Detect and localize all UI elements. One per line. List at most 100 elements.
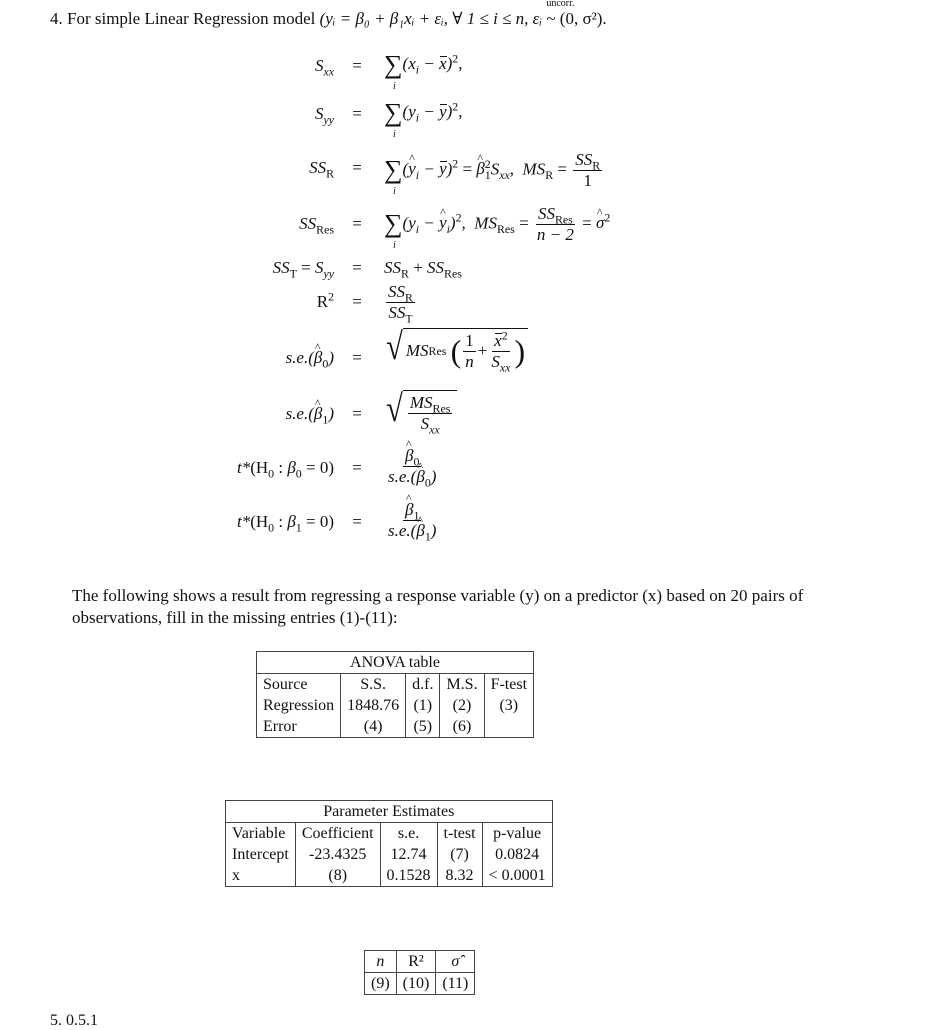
equation-rhs: β0s.e.(β0) [384,438,440,488]
uncorrelated-label: uncorr. [546,0,575,9]
column-header: R² [395,950,437,973]
equation-lhs: SSRes [299,214,334,237]
table-row: Intercept -23.4325 12.74 (7) 0.0824 [225,844,553,865]
equation-lhs: Syy [314,104,334,127]
square-root-icon: √ [386,326,403,368]
table-cell [483,716,535,738]
table-cell: x [225,865,296,887]
equation-t-beta0: t*(H0 : β0 = 0) = β0s.e.(β0) [0,438,932,494]
equation-rhs: √ MSRes Sxx [384,388,458,435]
column-header: σ̂ [435,950,476,973]
column-header: Source [255,673,342,695]
table-cell: (8) [294,865,381,887]
table-cell: 12.74 [379,844,438,865]
equation-lhs: t*(H0 : β0 = 0) [236,458,334,481]
equation-lhs: SSR [309,158,334,181]
anova-table: ANOVA table Source S.S. d.f. M.S. F-test… [255,651,535,738]
table-cell: < 0.0001 [481,865,553,887]
equation-rhs: β1s.e.(β1) [384,492,440,542]
column-header: S.S. [340,673,407,695]
equation-ssr: SSR = ∑i(yi − y)2 = β12Sxx, MSR = SSR1 [0,148,932,198]
table-row: Regression 1848.76 (1) (2) (3) [255,695,535,716]
table-cell: (3) [483,695,535,716]
equation-se-beta0: s.e.(β0) = √MSRes (1n + x2Sxx) [0,328,932,384]
next-problem-fragment: 5. 0.5.1 [50,1012,98,1029]
equals-sign: = [352,458,362,477]
table-cell: (2) [439,695,485,716]
equation-lhs: s.e.(β0) [286,340,334,369]
equation-rhs: √ MS Res (1 n + x2 Sxx) [384,326,529,373]
problem-heading: 4. For simple Linear Regression model (y… [50,0,607,29]
equals-sign: = [352,158,362,177]
summation-icon: ∑ i [384,155,403,198]
column-header: Coefficient [294,822,381,844]
column-header: M.S. [439,673,485,695]
model-equation: (yᵢ = β₀ + β₁xᵢ + εᵢ, ∀ 1 ≤ i ≤ n, εᵢ [319,9,543,28]
column-header: t-test [436,822,483,844]
column-header: n [364,950,397,973]
table-cell: (4) [340,716,407,738]
equation-se-beta1: s.e.(β1) = √MSResSxx [0,390,932,438]
table-cell: 8.32 [436,865,483,887]
equals-sign: = [352,292,362,311]
parameter-estimates-table: Parameter Estimates Variable Coefficient… [225,800,553,887]
equation-rhs: SSR + SSRes [384,258,462,281]
equation-rhs: ∑ i (xi − x)2, [384,50,463,92]
summation-icon: ∑ i [384,50,403,92]
equation-syy: Syy = ∑ i (yi − y)2, [0,100,932,140]
summation-icon: ∑ i [384,209,403,252]
column-header: F-test [483,673,535,695]
table-cell: 1848.76 [340,695,407,716]
table-cell: (1) [405,695,441,716]
equation-t-beta1: t*(H0 : β1 = 0) = β1s.e.(β1) [0,492,932,548]
equation-lhs: s.e.(β1) [286,396,334,425]
table-row: x (8) 0.1528 8.32 < 0.0001 [225,865,553,887]
table-cell: Regression [255,695,342,716]
table-cell: Error [255,716,342,738]
instructions-paragraph: The following shows a result from regres… [72,586,804,627]
equation-rhs: ∑ i (yi − y)2, [384,98,463,140]
equation-rhs: SSR SST [386,282,415,325]
column-header: s.e. [379,822,438,844]
table-caption: Parameter Estimates [225,800,553,823]
table-cell: (5) [405,716,441,738]
equation-lhs: SST = Syy [272,258,334,281]
table-row: Error (4) (5) (6) [255,716,535,738]
equals-sign: = [352,214,362,233]
table-cell: Intercept [225,844,296,865]
equation-ssres: SSRes = ∑i(yi − yi)2, MSRes = SSResn − 2… [0,200,932,252]
equation-sst: SST = Syy = SSR + SSRes [0,258,932,282]
column-header: d.f. [405,673,441,695]
equals-sign: = [352,56,362,75]
summary-table: n R² σ̂ (9) (10) (11) [364,950,476,995]
problem-number: 4. [50,9,63,28]
distribution-params: (0, σ²). [559,9,607,28]
table-cell: (7) [436,844,483,865]
column-header: p-value [481,822,553,844]
equals-sign: = [352,512,362,531]
problem-intro: For simple Linear Regression model [67,9,316,28]
equation-lhs: t*(H0 : β1 = 0) [236,512,334,535]
square-root-icon: √ [386,388,403,430]
equation-lhs: R2 [316,289,334,311]
table-cell: 0.0824 [481,844,553,865]
equation-r-squared: R2 = SSR SST [0,280,932,324]
equation-rhs: ∑i(yi − y)2 = β12Sxx, MSR = SSR1 [384,150,604,198]
table-cell: (11) [435,972,476,995]
table-cell: (6) [439,716,485,738]
distribution-symbol: uncorr. ~ [546,0,575,28]
equals-sign: = [352,348,362,367]
equation-rhs: ∑i(yi − yi)2, MSRes = SSResn − 2 = σ2 [384,204,610,252]
column-header: Variable [225,822,296,844]
summation-icon: ∑ i [384,98,403,140]
table-cell: (9) [364,972,397,995]
table-cell: -23.4325 [294,844,381,865]
equation-lhs: Sxx [314,56,334,79]
table-cell: 0.1528 [379,865,438,887]
equals-sign: = [352,404,362,423]
equals-sign: = [352,104,362,123]
table-cell: (10) [395,972,437,995]
equation-sxx: Sxx = ∑ i (xi − x)2, [0,52,932,92]
table-caption: ANOVA table [255,651,535,674]
equals-sign: = [352,258,362,277]
